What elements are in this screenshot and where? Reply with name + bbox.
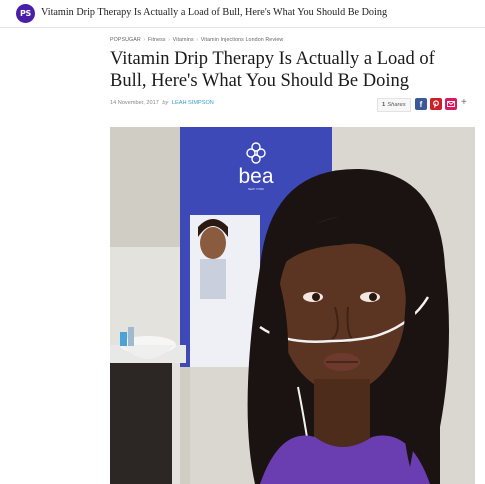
more-share-button[interactable]: +: [461, 97, 467, 108]
breadcrumb-item-fitness[interactable]: Fitness: [148, 37, 166, 43]
plus-icon: +: [461, 97, 467, 108]
article-hero-image: bea NEW YORK: [110, 127, 475, 484]
banner-sub-text: NEW YORK: [248, 187, 264, 191]
author-link[interactable]: LEAH SIMPSON: [172, 100, 214, 106]
article-title: Vitamin Drip Therapy Is Actually a Load …: [110, 49, 435, 91]
facebook-icon: f: [419, 99, 423, 109]
banner-brand-text: bea: [238, 165, 273, 188]
pinterest-share-button[interactable]: [430, 98, 442, 110]
hero-photo-illustration: bea NEW YORK: [110, 127, 475, 484]
breadcrumb-separator: ›: [143, 37, 146, 43]
share-count-value: 1: [382, 102, 386, 108]
breadcrumb-item-review[interactable]: Vitamin Injections London Review: [201, 37, 284, 43]
popsugar-logo[interactable]: PS: [16, 4, 35, 23]
breadcrumb-item-popsugar[interactable]: POPSUGAR: [110, 37, 141, 43]
pinterest-icon: [433, 100, 439, 108]
cabinet: [110, 363, 172, 484]
top-bar: PS Vitamin Drip Therapy Is Actually a Lo…: [0, 0, 485, 28]
facebook-share-button[interactable]: f: [415, 98, 427, 110]
email-icon: [447, 101, 455, 107]
share-count: 1 Shares: [377, 98, 411, 112]
breadcrumb-separator: ›: [168, 37, 171, 43]
breadcrumb-item-vitamins[interactable]: Vitamins: [173, 37, 194, 43]
article-meta: 14 November, 2017 by LEAH SIMPSON: [110, 100, 214, 106]
topbar-article-title: Vitamin Drip Therapy Is Actually a Load …: [41, 7, 388, 18]
breadcrumb: POPSUGAR › Fitness › Vitamins › Vitamin …: [110, 37, 283, 43]
email-share-button[interactable]: [445, 98, 457, 110]
byline-by: by: [162, 100, 169, 106]
publish-date: 14 November, 2017: [110, 100, 159, 106]
breadcrumb-separator: ›: [196, 37, 199, 43]
share-count-label: Shares: [387, 102, 406, 108]
